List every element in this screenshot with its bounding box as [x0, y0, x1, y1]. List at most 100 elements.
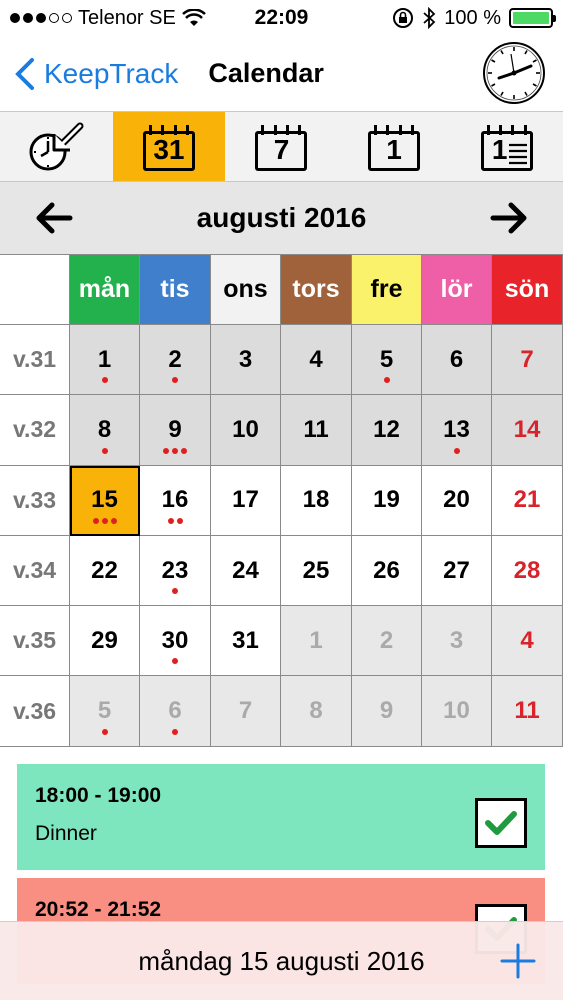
day-cell[interactable]: 8 — [70, 395, 140, 466]
event-dot — [383, 377, 390, 384]
day-cell[interactable]: 11 — [281, 395, 352, 466]
day-number: 22 — [91, 556, 118, 584]
day-cell[interactable]: 16 — [140, 465, 211, 536]
list-view-button[interactable]: 1 — [450, 112, 563, 181]
day-cell[interactable]: 25 — [281, 535, 352, 607]
event-dot — [453, 447, 460, 454]
day-cell[interactable]: 7 — [211, 676, 281, 747]
event-time: 18:00 - 19:00 — [35, 784, 162, 807]
day-number: 21 — [513, 486, 541, 514]
day-cell[interactable]: 10 — [422, 676, 492, 747]
calendar-month-icon: 31 — [141, 123, 197, 171]
day-cell[interactable]: 14 — [492, 395, 563, 466]
day-cell[interactable]: 21 — [492, 465, 563, 536]
day-number: 8 — [97, 415, 112, 443]
day-cell[interactable]: 10 — [211, 395, 281, 466]
event-dots — [167, 517, 183, 524]
day-cell[interactable]: 23 — [140, 535, 211, 607]
day-number: 23 — [161, 556, 189, 584]
weekday-header: lör — [422, 255, 492, 325]
day-number: 5 — [97, 697, 112, 725]
day-cell[interactable]: 20 — [422, 465, 492, 536]
day-number: 5 — [379, 345, 394, 373]
day-cell[interactable]: 22 — [70, 535, 140, 607]
day-cell[interactable]: 26 — [352, 535, 422, 607]
orientation-lock-icon — [393, 8, 414, 28]
event-dot — [101, 517, 108, 524]
view-toolbar: 31 7 1 1 — [0, 112, 563, 182]
event-dot — [172, 658, 178, 665]
carrier-label: Telenor SE — [78, 6, 176, 29]
event-dots — [172, 658, 178, 665]
event-dot — [181, 447, 187, 454]
day-cell[interactable]: 12 — [352, 395, 422, 466]
day-cell[interactable]: 24 — [211, 535, 281, 607]
back-button[interactable]: KeepTrack — [0, 57, 178, 91]
day-cell[interactable]: 13 — [422, 395, 492, 466]
day-cell[interactable]: 2 — [352, 606, 422, 677]
day-cell[interactable]: 4 — [281, 325, 352, 396]
day-cell[interactable]: 9 — [140, 395, 211, 466]
day-cell[interactable]: 8 — [281, 676, 352, 747]
event-dot — [110, 517, 117, 524]
event-dot — [172, 728, 178, 735]
plus-icon[interactable] — [499, 942, 537, 980]
event-dots — [101, 447, 108, 454]
event-checkbox[interactable] — [475, 798, 527, 848]
day-cell[interactable]: 7 — [492, 325, 563, 396]
day-number: 1 — [97, 345, 112, 373]
day-cell[interactable]: 29 — [70, 606, 140, 677]
day-number: 1 — [309, 626, 323, 654]
day-cell[interactable]: 31 — [211, 606, 281, 677]
day-number: 28 — [513, 556, 541, 584]
day-cell[interactable]: 1 — [281, 606, 352, 677]
bottom-bar: måndag 15 augusti 2016 — [0, 921, 563, 1000]
event-card[interactable]: 18:00 - 19:00 Dinner — [17, 764, 545, 870]
day-cell[interactable]: 2 — [140, 325, 211, 396]
calendar-grid: mån tis ons tors fre lör sön v.31 1 2 3 4 5 6 7 v.32 8 9 1… — [0, 254, 563, 747]
day-cell[interactable]: 27 — [422, 535, 492, 607]
event-dot — [172, 377, 178, 384]
day-cell[interactable]: 4 — [492, 606, 563, 677]
timer-view-button[interactable] — [0, 112, 113, 181]
day-cell-selected[interactable]: 15 — [70, 465, 140, 536]
day-cell[interactable]: 6 — [422, 325, 492, 396]
day-number: 10 — [443, 697, 470, 725]
day-cell[interactable]: 30 — [140, 606, 211, 677]
week-number: v.36 — [0, 676, 70, 747]
month-view-button[interactable]: 31 — [112, 112, 226, 181]
bluetooth-icon — [423, 7, 436, 29]
calendar-week-icon: 7 — [253, 123, 309, 171]
day-cell[interactable]: 11 — [492, 676, 563, 747]
day-cell[interactable]: 19 — [352, 465, 422, 536]
day-cell[interactable]: 3 — [422, 606, 492, 677]
checkmark-icon — [485, 811, 517, 835]
clock-icon[interactable] — [481, 40, 547, 106]
weekday-header: tis — [140, 255, 211, 325]
day-cell[interactable]: 5 — [70, 676, 140, 747]
arrow-left-icon[interactable] — [32, 196, 76, 240]
arrow-right-icon[interactable] — [487, 196, 531, 240]
day-cell[interactable]: 17 — [211, 465, 281, 536]
week-view-button[interactable]: 7 — [225, 112, 338, 181]
day-number: 7 — [520, 345, 534, 373]
day-number: 9 — [168, 415, 182, 443]
day-cell[interactable]: 5 — [352, 325, 422, 396]
day-number: 9 — [379, 697, 394, 725]
day-cell[interactable]: 9 — [352, 676, 422, 747]
day-cell[interactable]: 6 — [140, 676, 211, 747]
day-cell[interactable]: 18 — [281, 465, 352, 536]
day-cell[interactable]: 28 — [492, 535, 563, 607]
event-dot — [163, 447, 169, 454]
calendar-list-icon: 1 — [479, 123, 535, 171]
day-cell[interactable]: 3 — [211, 325, 281, 396]
day-view-button[interactable]: 1 — [338, 112, 451, 181]
event-dots — [172, 728, 178, 735]
nav-bar: KeepTrack Calendar — [0, 36, 563, 112]
day-number: 19 — [373, 486, 400, 514]
event-dots — [163, 447, 187, 454]
event-title: Dinner — [35, 822, 97, 845]
event-dot — [101, 728, 108, 735]
day-number: 10 — [232, 415, 259, 443]
day-cell[interactable]: 1 — [70, 325, 140, 396]
